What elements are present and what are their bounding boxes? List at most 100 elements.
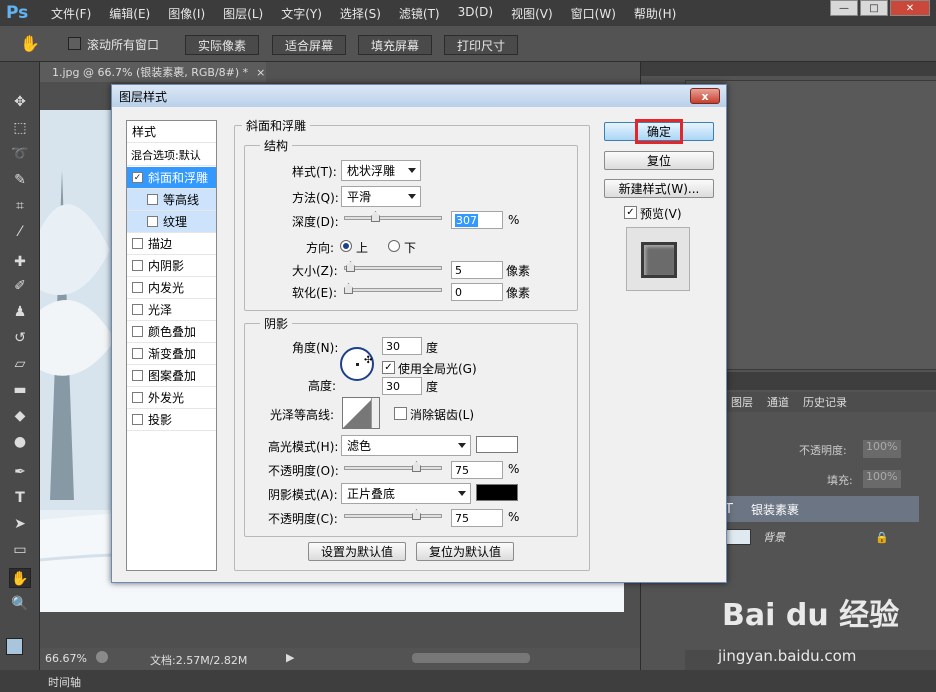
marquee-tool-icon[interactable]: ⬚ <box>9 118 31 138</box>
layer-opacity-input[interactable]: 100% <box>863 440 901 458</box>
depth-input[interactable]: 307 <box>451 211 503 229</box>
style-checkbox[interactable] <box>132 414 143 425</box>
dialog-close-button[interactable]: x <box>690 88 720 104</box>
shadow-opacity-slider[interactable] <box>344 509 442 520</box>
style-item[interactable]: 描边 <box>127 233 216 255</box>
shape-tool-icon[interactable]: ▭ <box>9 540 31 560</box>
highlight-opacity-slider[interactable] <box>344 461 442 472</box>
eyedropper-tool-icon[interactable]: ⁄ <box>9 222 31 242</box>
styles-header[interactable]: 样式 <box>127 121 216 143</box>
reset-button[interactable]: 复位 <box>604 151 714 170</box>
style-item[interactable]: 光泽 <box>127 299 216 321</box>
style-checkbox[interactable] <box>132 326 143 337</box>
foreground-color-swatch[interactable] <box>6 638 23 655</box>
style-checkbox[interactable] <box>132 348 143 359</box>
shadow-opacity-input[interactable]: 75 <box>451 509 503 527</box>
new-style-button[interactable]: 新建样式(W)... <box>604 179 714 198</box>
history-brush-icon[interactable]: ↺ <box>9 328 31 348</box>
make-default-button[interactable]: 设置为默认值 <box>308 542 406 561</box>
maximize-button[interactable]: □ <box>860 0 888 16</box>
crop-tool-icon[interactable]: ⌗ <box>9 196 31 216</box>
shadow-color-swatch[interactable] <box>476 484 518 501</box>
print-size-button[interactable]: 打印尺寸 <box>444 35 518 55</box>
size-slider[interactable] <box>344 261 442 272</box>
technique-dropdown[interactable]: 平滑 <box>341 186 421 207</box>
bevel-style-dropdown[interactable]: 枕状浮雕 <box>341 160 421 181</box>
style-item[interactable]: 外发光 <box>127 387 216 409</box>
style-item[interactable]: 投影 <box>127 409 216 431</box>
style-item[interactable]: 内发光 <box>127 277 216 299</box>
altitude-input[interactable]: 30 <box>382 377 422 395</box>
scroll-all-checkbox[interactable] <box>68 37 81 50</box>
style-item[interactable]: 颜色叠加 <box>127 321 216 343</box>
horizontal-scrollbar[interactable] <box>412 653 530 663</box>
shadow-mode-dropdown[interactable]: 正片叠底 <box>341 483 471 504</box>
style-checkbox[interactable] <box>132 370 143 381</box>
menu-item[interactable]: 文件(F) <box>42 5 100 22</box>
timeline-label[interactable]: 时间轴 <box>48 674 81 690</box>
antialias-checkbox[interactable] <box>394 407 407 420</box>
healing-brush-icon[interactable]: ✚ <box>9 252 31 272</box>
style-item[interactable]: 内阴影 <box>127 255 216 277</box>
document-tab-close-icon[interactable]: × <box>256 66 265 79</box>
status-info-icon[interactable] <box>96 651 108 663</box>
angle-input[interactable]: 30 <box>382 337 422 355</box>
style-item[interactable]: ✓ 斜面和浮雕 <box>127 167 216 189</box>
brush-tool-icon[interactable]: ✐ <box>9 276 31 296</box>
highlight-color-swatch[interactable] <box>476 436 518 453</box>
path-select-icon[interactable]: ➤ <box>9 514 31 534</box>
status-menu-arrow-icon[interactable]: ▶ <box>286 651 294 664</box>
soften-slider[interactable] <box>344 283 442 294</box>
style-checkbox[interactable] <box>132 304 143 315</box>
ok-button[interactable]: 确定 <box>604 119 714 144</box>
style-item[interactable]: 纹理 <box>127 211 216 233</box>
dodge-tool-icon[interactable]: ● <box>9 432 31 452</box>
clone-stamp-icon[interactable]: ♟ <box>9 302 31 322</box>
direction-down-radio[interactable] <box>388 240 400 252</box>
fit-screen-button[interactable]: 适合屏幕 <box>272 35 346 55</box>
gradient-tool-icon[interactable]: ▬ <box>9 380 31 400</box>
document-tab[interactable]: 1.jpg @ 66.7% (银装素裹, RGB/8#) * × <box>40 62 266 82</box>
close-window-button[interactable]: ✕ <box>890 0 930 16</box>
pen-tool-icon[interactable]: ✒ <box>9 462 31 482</box>
gloss-contour-picker[interactable] <box>342 397 380 429</box>
direction-up-radio[interactable] <box>340 240 352 252</box>
size-input[interactable]: 5 <box>451 261 503 279</box>
layer-fill-input[interactable]: 100% <box>863 470 901 488</box>
style-item[interactable]: 等高线 <box>127 189 216 211</box>
style-checkbox[interactable] <box>132 238 143 249</box>
zoom-tool-icon[interactable]: 🔍 <box>9 594 31 614</box>
menu-item[interactable]: 滤镜(T) <box>390 5 449 22</box>
highlight-mode-dropdown[interactable]: 滤色 <box>341 435 471 456</box>
move-tool-icon[interactable]: ✥ <box>9 92 31 112</box>
style-item[interactable]: 图案叠加 <box>127 365 216 387</box>
lasso-tool-icon[interactable]: ➰ <box>9 144 31 164</box>
depth-slider[interactable] <box>344 211 442 222</box>
menu-item[interactable]: 图层(L) <box>214 5 272 22</box>
menu-item[interactable]: 文字(Y) <box>272 5 331 22</box>
fill-screen-button[interactable]: 填充屏幕 <box>358 35 432 55</box>
style-checkbox[interactable] <box>147 216 158 227</box>
soften-input[interactable]: 0 <box>451 283 503 301</box>
highlight-opacity-input[interactable]: 75 <box>451 461 503 479</box>
menu-item[interactable]: 图像(I) <box>159 5 214 22</box>
style-checkbox[interactable] <box>132 392 143 403</box>
actual-pixels-button[interactable]: 实际像素 <box>185 35 259 55</box>
reset-default-button[interactable]: 复位为默认值 <box>416 542 514 561</box>
preview-checkbox[interactable]: ✓ <box>624 206 637 219</box>
type-tool-icon[interactable]: T <box>9 488 31 508</box>
menu-item[interactable]: 窗口(W) <box>562 5 625 22</box>
menu-item[interactable]: 选择(S) <box>331 5 390 22</box>
blur-tool-icon[interactable]: ◆ <box>9 406 31 426</box>
style-checkbox[interactable] <box>147 194 158 205</box>
quick-select-tool-icon[interactable]: ✎ <box>9 170 31 190</box>
menu-item[interactable]: 视图(V) <box>502 5 562 22</box>
menu-item[interactable]: 3D(D) <box>449 5 502 22</box>
blend-options-item[interactable]: 混合选项:默认 <box>127 144 216 166</box>
eraser-tool-icon[interactable]: ▱ <box>9 354 31 374</box>
tab-channels[interactable]: 通道 <box>767 394 789 410</box>
minimize-button[interactable]: — <box>830 0 858 16</box>
tab-layers[interactable]: 图层 <box>731 394 753 410</box>
menu-item[interactable]: 帮助(H) <box>625 5 685 22</box>
style-checkbox[interactable] <box>132 260 143 271</box>
